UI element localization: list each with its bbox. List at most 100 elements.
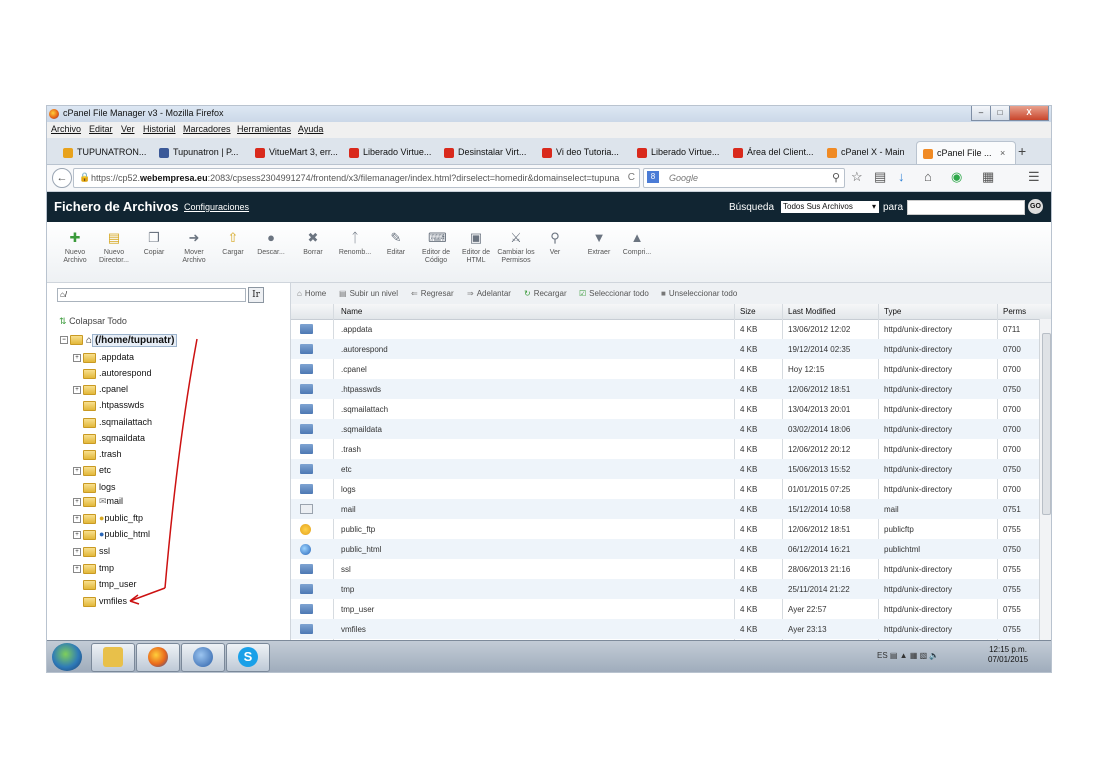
table-row[interactable]: .cpanel 4 KB Hoy 12:15 httpd/unix-directory… <box>291 359 1039 379</box>
move-button[interactable]: ➜ Mover Archivo <box>174 230 214 265</box>
table-row[interactable]: vmfiles 4 KB Ayer 23:13 httpd/unix-director… <box>291 619 1039 639</box>
copy-button[interactable]: ❐ Copiar <box>134 230 174 257</box>
menu-hamburger-icon[interactable]: ☰ <box>1028 169 1040 185</box>
reload-icon[interactable]: C <box>628 172 635 183</box>
language-indicator[interactable]: ES <box>877 651 888 660</box>
reload-icon: ↻ <box>524 289 531 298</box>
addon-icon[interactable]: ◉ <box>951 169 962 185</box>
table-row[interactable]: .autorespond 4 KB 19/12/2014 02:35 httpd/un… <box>291 339 1039 359</box>
tab-9[interactable]: cPanel X - Main <box>827 141 911 163</box>
table-row[interactable]: tmp 4 KB 25/11/2014 21:22 httpd/unix-direct… <box>291 579 1039 599</box>
thunderbird-icon <box>193 647 213 667</box>
tab-close-icon[interactable]: × <box>1000 148 1005 158</box>
folder-icon <box>300 564 313 574</box>
go-button[interactable]: GO <box>1028 199 1043 214</box>
col-name[interactable]: Name <box>341 307 362 316</box>
folder-icon <box>300 384 313 394</box>
menu-ayuda[interactable]: Ayuda <box>298 124 323 134</box>
download-button[interactable]: ● Descar... <box>251 230 291 257</box>
menu-editar[interactable]: Editar <box>89 124 113 134</box>
nav-select-all[interactable]: ☑ Seleccionar todo <box>579 289 649 298</box>
table-row[interactable]: .appdata 4 KB 13/06/2012 12:02 httpd/unix-d… <box>291 319 1039 339</box>
file-search-input[interactable] <box>907 200 1025 215</box>
permissions-button[interactable]: ⚔ Cambiar los Permisos <box>496 230 536 265</box>
table-row[interactable]: logs 4 KB 01/01/2015 07:25 httpd/unix-direc… <box>291 479 1039 499</box>
tab-10-active[interactable]: cPanel File ... × <box>916 141 1016 164</box>
menu-ver[interactable]: Ver <box>121 124 135 134</box>
url-bar[interactable]: 🔒 https://cp52.webempresa.eu:2083/cpsess… <box>73 168 640 188</box>
menu-marcadores[interactable]: Marcadores <box>183 124 231 134</box>
start-button[interactable] <box>52 643 82 671</box>
home-icon[interactable]: ⌂ <box>924 169 932 184</box>
extract-button[interactable]: ▼ Extraer <box>579 230 619 257</box>
code-editor-button[interactable]: ⌨ Editor de Código <box>416 230 456 265</box>
menu-herramientas[interactable]: Herramientas <box>237 124 291 134</box>
clock[interactable]: 12:15 p.m. 07/01/2015 <box>988 645 1028 665</box>
compress-button[interactable]: ▲ Compri... <box>617 230 657 257</box>
table-row[interactable]: .trash 4 KB 12/06/2012 20:12 httpd/unix-dir… <box>291 439 1039 459</box>
nav-forward[interactable]: ⇒ Adelantar <box>467 289 511 298</box>
taskbar-thunderbird[interactable] <box>181 643 225 672</box>
addon-2-icon[interactable]: ▦ <box>982 169 994 185</box>
table-row[interactable]: tmp_user 4 KB Ayer 22:57 httpd/unix-directo… <box>291 599 1039 619</box>
html-editor-button[interactable]: ▣ Editor de HTML <box>456 230 496 265</box>
table-row[interactable]: public_html 4 KB 06/12/2014 16:21 publichtm… <box>291 539 1039 559</box>
delete-button[interactable]: ✖ Borrar <box>293 230 333 257</box>
col-type[interactable]: Type <box>884 307 901 316</box>
nav-reload[interactable]: ↻ Recargar <box>524 289 567 298</box>
settings-link[interactable]: Configuraciones <box>184 202 249 212</box>
scrollbar-thumb[interactable] <box>1042 333 1051 515</box>
table-row[interactable]: etc 4 KB 15/06/2013 15:52 httpd/unix-direct… <box>291 459 1039 479</box>
bookmarks-list-icon[interactable]: ▤ <box>874 169 886 185</box>
tab-8[interactable]: Área del Client... <box>733 141 819 163</box>
search-bar[interactable]: 8 Google ⚲ <box>643 168 845 188</box>
tab-7[interactable]: Liberado Virtue... <box>637 141 723 163</box>
tab-3[interactable]: VitueMart 3, err... <box>255 141 341 163</box>
nav-unselect-all[interactable]: ■ Unseleccionar todo <box>661 289 737 298</box>
nav-up-level[interactable]: ▤ Subir un nivel <box>339 289 398 298</box>
upload-button[interactable]: ⇧ Cargar <box>213 230 253 257</box>
folder-icon <box>300 324 313 334</box>
col-perms[interactable]: Perms <box>1003 307 1026 316</box>
taskbar-explorer[interactable] <box>91 643 135 672</box>
minimize-button[interactable]: – <box>971 106 991 121</box>
tab-1[interactable]: TUPUNATRON... <box>63 141 149 163</box>
nav-home[interactable]: ⌂ Home <box>297 289 326 298</box>
browser-window: cPanel File Manager v3 - Mozilla Firefox… <box>47 106 1051 672</box>
col-size[interactable]: Size <box>740 307 756 316</box>
table-row[interactable]: .htpasswds 4 KB 12/06/2012 18:51 httpd/unix… <box>291 379 1039 399</box>
download-icon: ● <box>267 230 275 245</box>
close-window-button[interactable]: X <box>1009 106 1049 121</box>
maximize-button[interactable]: □ <box>990 106 1010 121</box>
menu-historial[interactable]: Historial <box>143 124 176 134</box>
view-button[interactable]: ⚲ Ver <box>535 230 575 257</box>
vertical-scrollbar[interactable] <box>1039 319 1051 640</box>
taskbar-firefox[interactable] <box>136 643 180 672</box>
search-placeholder: Google <box>669 173 699 183</box>
table-row[interactable]: .sqmailattach 4 KB 13/04/2013 20:01 httpd/u… <box>291 399 1039 419</box>
new-tab-button[interactable]: + <box>1018 143 1026 159</box>
search-icon[interactable]: ⚲ <box>832 171 840 184</box>
file-toolbar: ✚ Nuevo Archivo ▤ Nuevo Director... ❐ Copia… <box>47 222 1051 283</box>
tab-2[interactable]: Tupunatron | P... <box>159 141 243 163</box>
search-scope-select[interactable]: Todos Sus Archivos ▾ <box>781 201 879 213</box>
new-file-button[interactable]: ✚ Nuevo Archivo <box>55 230 95 265</box>
move-icon: ➜ <box>188 230 200 245</box>
menu-archivo[interactable]: Archivo <box>51 124 81 134</box>
table-row[interactable]: ssl 4 KB 28/06/2013 21:16 httpd/unix-direct… <box>291 559 1039 579</box>
bookmark-star-icon[interactable]: ☆ <box>851 169 863 185</box>
new-folder-button[interactable]: ▤ Nuevo Director... <box>94 230 134 265</box>
tab-5[interactable]: Desinstalar Virt... <box>444 141 530 163</box>
table-row[interactable]: mail 4 KB 15/12/2014 10:58 mail 0751 <box>291 499 1039 519</box>
table-row[interactable]: .sqmaildata 4 KB 03/02/2014 18:06 httpd/uni… <box>291 419 1039 439</box>
table-row[interactable]: public_ftp 4 KB 12/06/2012 18:51 publicftp 0… <box>291 519 1039 539</box>
edit-button[interactable]: ✎ Editar <box>376 230 416 257</box>
rename-button[interactable]: ᛏ Renomb... <box>335 230 375 257</box>
tab-4[interactable]: Liberado Virtue... <box>349 141 435 163</box>
tab-6[interactable]: Vi deo Tutoria... <box>542 141 628 163</box>
back-button[interactable]: ← <box>52 168 72 188</box>
nav-back[interactable]: ⇐ Regresar <box>411 289 454 298</box>
taskbar-skype[interactable]: S <box>226 643 270 672</box>
col-modified[interactable]: Last Modified <box>788 307 836 316</box>
download-icon[interactable]: ↓ <box>898 169 905 184</box>
